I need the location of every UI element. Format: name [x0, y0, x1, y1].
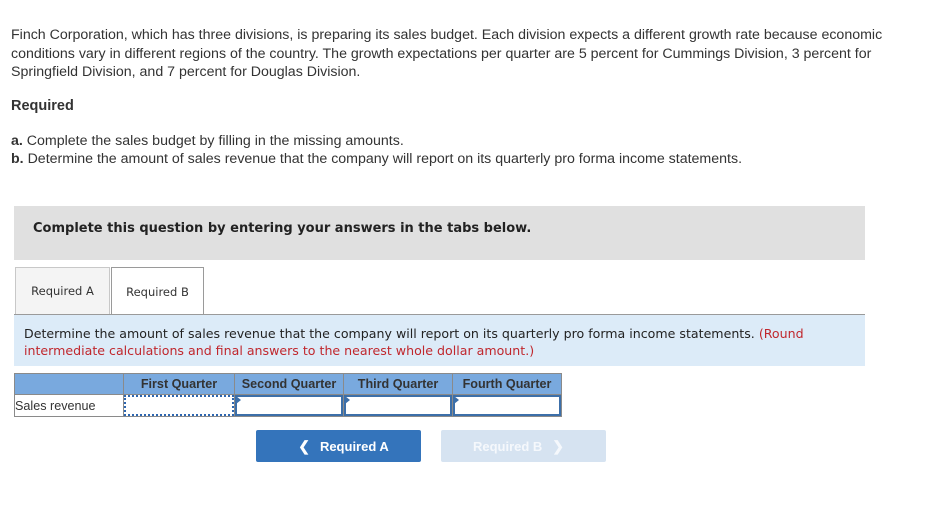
input-marker-icon	[454, 396, 459, 404]
fourth-quarter-input-wrapper	[453, 395, 561, 416]
first-quarter-input[interactable]	[126, 397, 232, 414]
header-fourth-quarter: Fourth Quarter	[452, 373, 562, 395]
third-quarter-cell	[343, 394, 453, 417]
second-quarter-input-wrapper	[235, 395, 343, 416]
first-quarter-input-wrapper	[124, 395, 234, 416]
tab-required-a[interactable]: Required A	[15, 267, 110, 314]
header-third-quarter: Third Quarter	[343, 373, 453, 395]
question-panel: Determine the amount of sales revenue th…	[14, 314, 865, 366]
instruction-text: Complete this question by entering your …	[33, 221, 532, 236]
next-button-label: Required B	[472, 438, 543, 454]
second-quarter-input[interactable]	[237, 397, 341, 414]
required-item-letter: a.	[11, 133, 23, 149]
tab-label: Required A	[31, 284, 94, 298]
required-item-letter: b.	[11, 151, 24, 167]
header-second-quarter: Second Quarter	[234, 373, 344, 395]
tab-required-b[interactable]: Required B	[111, 267, 204, 315]
instruction-banner: Complete this question by entering your …	[14, 206, 865, 260]
chevron-right-icon: ❯	[552, 437, 565, 454]
required-item-text: Determine the amount of sales revenue th…	[27, 151, 743, 167]
table-row: Sales revenue	[14, 394, 562, 417]
previous-required-a-button[interactable]: ❮ Required A	[256, 430, 421, 462]
required-item-a: a. Complete the sales budget by filling …	[11, 132, 742, 150]
header-blank	[14, 373, 124, 395]
panel-question: Determine the amount of sales revenue th…	[24, 326, 755, 341]
third-quarter-input-wrapper	[344, 395, 452, 416]
required-list: a. Complete the sales budget by filling …	[11, 132, 742, 168]
input-marker-icon	[345, 396, 350, 404]
required-heading: Required	[11, 98, 74, 114]
panel-instructions: Determine the amount of sales revenue th…	[24, 325, 854, 359]
third-quarter-input[interactable]	[346, 397, 450, 414]
required-item-text: Complete the sales budget by filling in …	[26, 133, 404, 149]
tab-label: Required B	[126, 284, 189, 299]
second-quarter-cell	[234, 394, 344, 417]
row-label: Sales revenue	[14, 394, 124, 417]
prev-button-label: Required A	[319, 438, 389, 454]
fourth-quarter-input[interactable]	[455, 397, 559, 414]
first-quarter-cell	[123, 394, 235, 417]
input-marker-icon	[236, 396, 241, 404]
header-first-quarter: First Quarter	[123, 373, 235, 395]
fourth-quarter-cell	[452, 394, 562, 417]
chevron-left-icon: ❮	[298, 437, 310, 454]
next-required-b-button[interactable]: Required B ❯	[441, 430, 606, 462]
required-item-b: b. Determine the amount of sales revenue…	[11, 150, 742, 168]
sales-revenue-table: First Quarter Second Quarter Third Quart…	[14, 373, 562, 417]
table-header-row: First Quarter Second Quarter Third Quart…	[14, 373, 562, 395]
problem-statement: Finch Corporation, which has three divis…	[11, 27, 883, 80]
